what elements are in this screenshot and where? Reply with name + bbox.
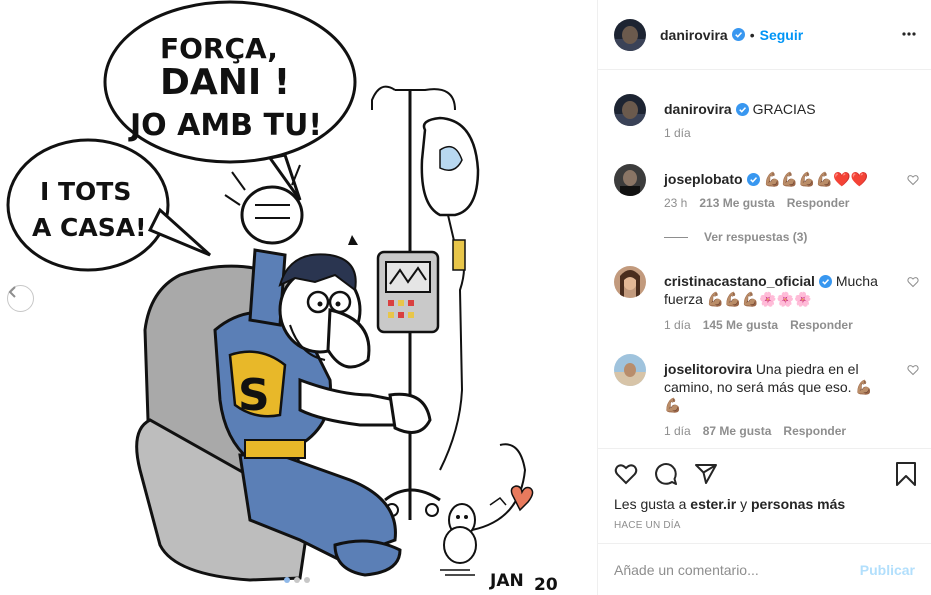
chevron-left-icon (8, 286, 16, 298)
caption-meta: 1 día (664, 126, 691, 140)
carousel-prev-button[interactable] (7, 285, 34, 312)
comment-likes[interactable]: 213 Me gusta (699, 196, 774, 210)
author-avatar[interactable] (614, 18, 646, 51)
verified-badge-icon (731, 28, 745, 41)
author-avatar[interactable] (614, 94, 646, 126)
caption-username[interactable]: danirovira (664, 101, 732, 117)
verified-badge-icon (735, 103, 749, 116)
instagram-post: FORÇA, DANI ! JO AMB TU! I TOTS A CASA! (0, 0, 931, 595)
carousel-dot (284, 577, 290, 583)
likes-summary: Les gusta a ester.ir y personas más (614, 496, 845, 512)
cartoon-illustration: FORÇA, DANI ! JO AMB TU! I TOTS A CASA! (6, 0, 558, 595)
bookmark-icon[interactable] (895, 462, 917, 486)
comment-likes[interactable]: 145 Me gusta (703, 318, 778, 332)
add-comment-bar: Publicar (598, 543, 931, 595)
post-header: danirovira • Seguir (598, 0, 931, 70)
view-replies-button[interactable]: Ver respuestas (3) (664, 230, 807, 244)
reply-button[interactable]: Responder (787, 196, 850, 210)
heart-icon[interactable] (614, 462, 638, 486)
post-actions: Les gusta a ester.ir y personas más HACE… (598, 448, 931, 543)
comment-icon[interactable] (654, 462, 678, 486)
artist-signature-year: 20 (534, 575, 558, 595)
bubble1-line1: FORÇA, (160, 32, 278, 65)
post-image[interactable]: FORÇA, DANI ! JO AMB TU! I TOTS A CASA! (0, 0, 598, 595)
likes-mid: y (740, 496, 748, 512)
comment-username[interactable]: cristinacastano_oficial (664, 273, 815, 289)
follow-button[interactable]: Seguir (760, 27, 804, 43)
comments-list: danirovira GRACIAS 1 día joseplobato 💪🏽💪… (598, 70, 931, 448)
comment-time[interactable]: 1 día (664, 318, 691, 332)
replies-divider (664, 236, 688, 238)
carousel-indicator (284, 577, 310, 583)
share-icon[interactable] (694, 462, 718, 486)
bubble2-line2: A CASA! (32, 213, 147, 242)
bubble1-line3: JO AMB TU! (128, 108, 322, 143)
comment-meta: 23 h 213 Me gusta Responder (664, 196, 849, 210)
view-replies-label: Ver respuestas (3) (704, 230, 808, 244)
more-options-icon[interactable] (901, 26, 917, 42)
caption-time[interactable]: 1 día (664, 126, 691, 140)
caption-text: GRACIAS (752, 101, 816, 117)
comment-time[interactable]: 1 día (664, 424, 691, 438)
bubble2-line1: I TOTS (40, 177, 131, 206)
artist-signature: JAN (489, 571, 524, 591)
heart-icon[interactable] (907, 174, 919, 186)
comment-username[interactable]: joseplobato (664, 171, 743, 187)
heart-icon[interactable] (907, 364, 919, 376)
post-timestamp[interactable]: HACE UN DÍA (614, 520, 681, 531)
reply-button[interactable]: Responder (790, 318, 853, 332)
commenter-avatar[interactable] (614, 164, 646, 196)
likes-others[interactable]: personas más (751, 496, 845, 512)
verified-badge-icon (746, 173, 760, 186)
author-username[interactable]: danirovira (660, 27, 728, 43)
commenter-avatar[interactable] (614, 266, 646, 298)
comment-meta: 1 día 87 Me gusta Responder (664, 424, 846, 438)
comment-text: 💪🏽💪🏽💪🏽💪🏽❤️❤️ (763, 171, 869, 187)
commenter-avatar[interactable] (614, 354, 646, 386)
post-sidebar: danirovira • Seguir danirovira GRACIAS 1… (598, 0, 931, 595)
comment-username[interactable]: joselitorovira (664, 361, 752, 377)
comment-likes[interactable]: 87 Me gusta (703, 424, 772, 438)
likes-prefix: Les gusta a (614, 496, 687, 512)
comment-input[interactable] (614, 561, 860, 578)
heart-icon[interactable] (907, 276, 919, 288)
carousel-dot (294, 577, 300, 583)
shirt-emblem: S (238, 370, 270, 421)
follow-separator: • (749, 26, 755, 43)
carousel-dot (304, 577, 310, 583)
liker-username[interactable]: ester.ir (690, 496, 736, 512)
comment-time[interactable]: 23 h (664, 196, 687, 210)
bubble1-line2: DANI ! (160, 62, 290, 103)
publish-button[interactable]: Publicar (860, 562, 915, 578)
reply-button[interactable]: Responder (783, 424, 846, 438)
comment-meta: 1 día 145 Me gusta Responder (664, 318, 853, 332)
verified-badge-icon (818, 275, 832, 288)
